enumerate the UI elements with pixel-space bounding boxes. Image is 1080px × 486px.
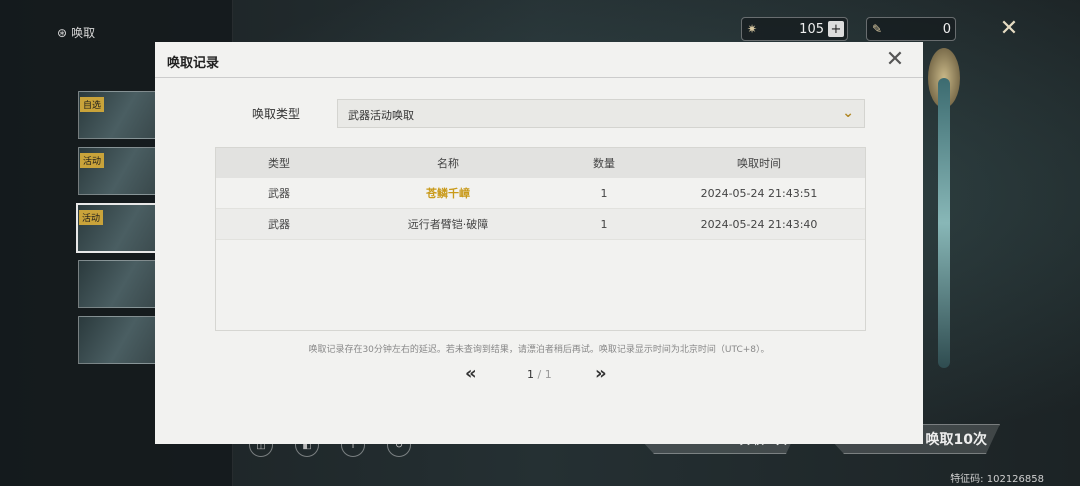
uid-label: 特征码: 102126858 [950, 474, 1044, 485]
type-select[interactable]: 武器活动唤取 ⌄ [337, 99, 865, 128]
astrite-counter: ✷ 105 + [741, 17, 848, 41]
table-row: 武器 远行者臂铠·破障 1 2024-05-24 21:43:40 [216, 209, 865, 240]
cell-count: 1 [600, 186, 608, 200]
table-header: 类型 名称 数量 唤取时间 [216, 148, 865, 178]
convene-record-dialog: 唤取记录 ✕ 唤取类型 武器活动唤取 ⌄ 类型 名称 数量 唤取时间 武器 苍鳞… [155, 42, 923, 444]
cell-time: 2024-05-24 21:43:40 [700, 217, 818, 231]
banner-tag: 活动 [79, 210, 104, 225]
col-name: 名称 [437, 157, 459, 170]
convene-icon: ⊛ [57, 25, 68, 40]
double-chevron-right-icon[interactable]: » [595, 365, 607, 383]
astrite-icon: ✷ [746, 22, 758, 36]
page-title: ⊛ 唤取 [57, 25, 96, 41]
chevron-down-icon: ⌄ [842, 105, 854, 121]
col-time: 唤取时间 [737, 157, 781, 170]
type-label: 唤取类型 [252, 107, 301, 121]
cell-count: 1 [600, 217, 608, 231]
table-row: 武器 苍鳞千嶂 1 2024-05-24 21:43:51 [216, 178, 865, 209]
pagination: « 1 / 1 » [465, 365, 615, 385]
close-icon[interactable]: ✕ [996, 16, 1022, 42]
weapon-art [924, 48, 964, 368]
add-currency-button[interactable]: + [828, 21, 844, 37]
delay-note: 唤取记录存在30分钟左右的延迟。若未查询到结果，请漂泊者稍后再试。唤取记录显示时… [308, 345, 770, 355]
tide-counter: ✎ 0 [866, 17, 956, 41]
banner-tag: 活动 [80, 153, 105, 168]
cell-time: 2024-05-24 21:43:51 [700, 186, 818, 200]
cell-type: 武器 [268, 218, 290, 231]
double-chevron-left-icon[interactable]: « [465, 365, 477, 383]
cell-name: 远行者臂铠·破障 [407, 218, 489, 231]
record-table: 类型 名称 数量 唤取时间 武器 苍鳞千嶂 1 2024-05-24 21:43… [215, 147, 866, 331]
type-select-value: 武器活动唤取 [348, 109, 414, 122]
col-type: 类型 [268, 157, 290, 170]
close-icon[interactable]: ✕ [883, 48, 907, 72]
page-indicator: 1 / 1 [527, 368, 552, 381]
col-count: 数量 [593, 157, 615, 170]
banner-tag: 自选 [80, 97, 105, 112]
tide-icon: ✎ [871, 22, 883, 36]
dialog-header: 唤取记录 ✕ [155, 42, 923, 78]
dialog-title: 唤取记录 [167, 56, 220, 71]
cell-name: 苍鳞千嶂 [426, 187, 470, 200]
cell-type: 武器 [268, 187, 290, 200]
